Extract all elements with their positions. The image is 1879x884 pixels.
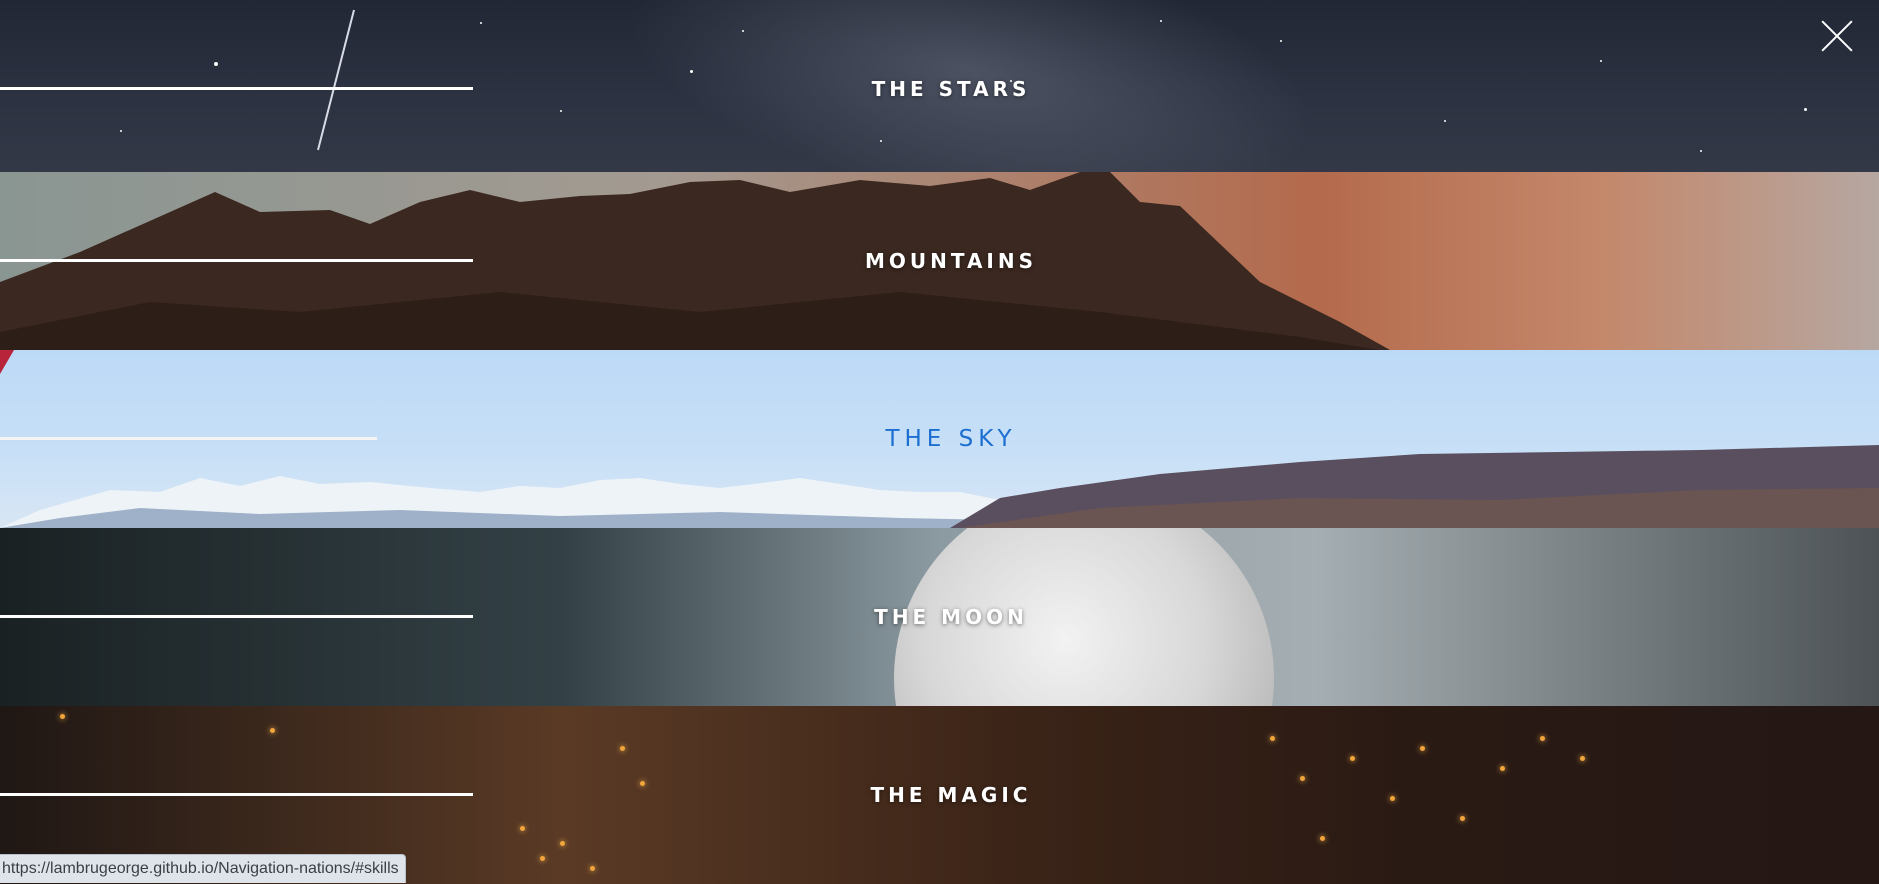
fullscreen-navigation: THE STARS MOUNTAINS THE SKY THE MOON THE… (0, 0, 1879, 884)
nav-item-the-moon[interactable]: THE MOON (0, 528, 1879, 706)
nav-item-label: THE MOON (874, 605, 1028, 629)
nav-item-label: THE STARS (871, 77, 1031, 101)
status-bar-url: https://lambrugeorge.github.io/Navigatio… (0, 854, 406, 883)
nav-item-label: THE SKY (885, 426, 1017, 452)
close-icon[interactable] (1819, 18, 1855, 54)
nav-item-the-stars[interactable]: THE STARS (0, 0, 1879, 178)
nav-item-the-sky[interactable]: THE SKY (0, 350, 1879, 528)
nav-item-mountains[interactable]: MOUNTAINS (0, 172, 1879, 350)
nav-item-label: MOUNTAINS (864, 249, 1038, 273)
